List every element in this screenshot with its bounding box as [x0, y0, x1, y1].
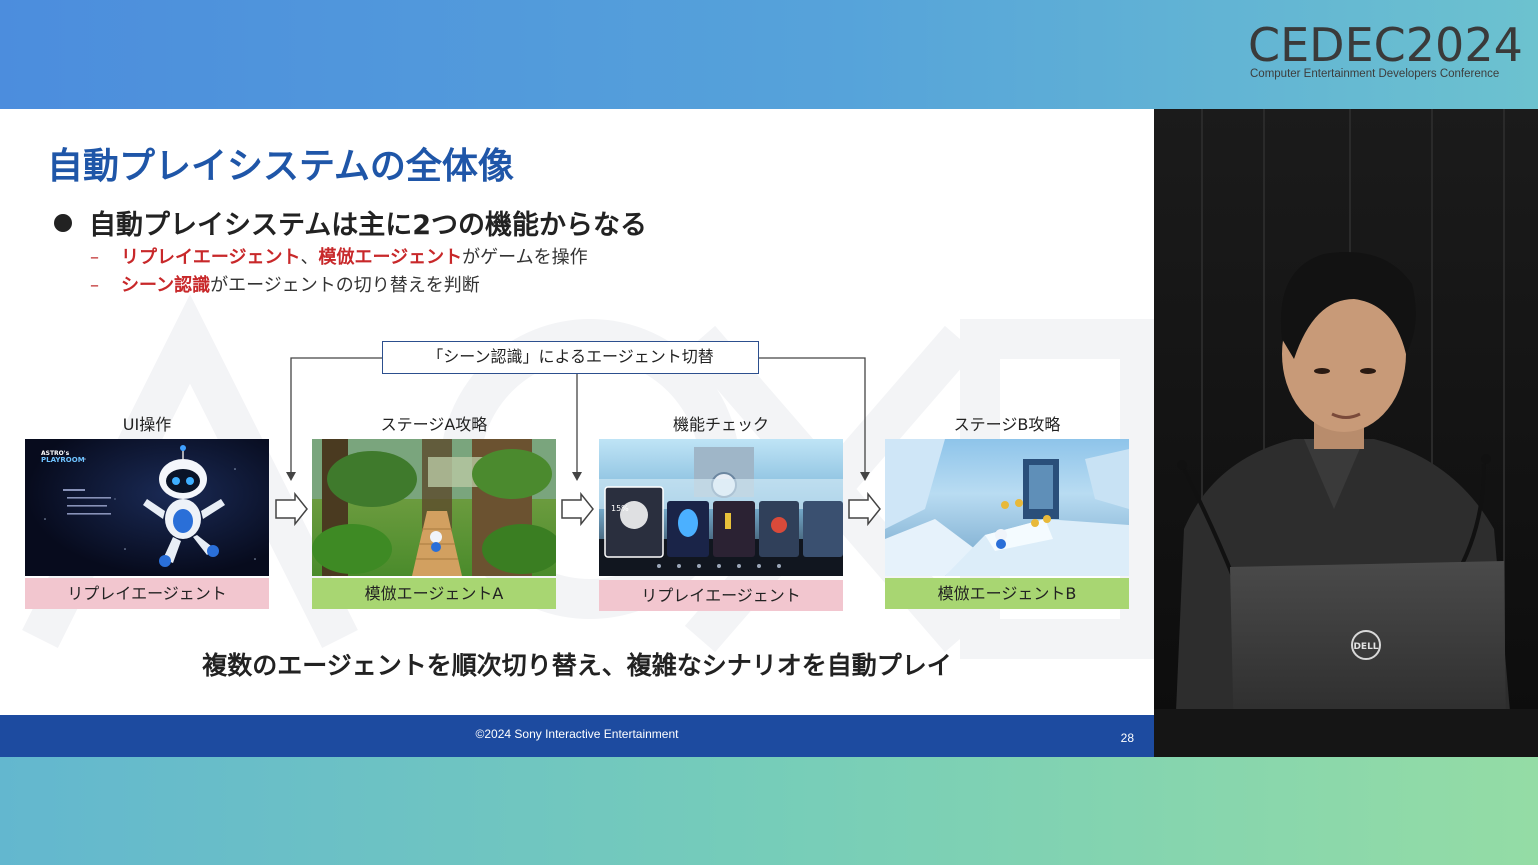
cedec-logo: CEDEC2024 Computer Entertainment Develop…	[1248, 20, 1523, 84]
right-arrow-icon	[275, 491, 308, 527]
right-arrow-icon	[561, 491, 594, 527]
system-menu-image: 15%	[599, 447, 843, 576]
ice-stage-image	[885, 439, 1129, 576]
presentation-slide: 自動プレイシステムの全体像 自動プレイシステムは主に2つの機能からなる – リプレ…	[0, 109, 1154, 757]
screenshot-function-check: 15%	[599, 439, 843, 576]
stage-label-stage-b: ステージB攻略	[953, 415, 1061, 434]
cedec-logo-tagline: Computer Entertainment Developers Confer…	[1250, 68, 1500, 80]
speaker-video: DELL	[1154, 109, 1538, 757]
astro-robot-image: ASTRO's PLAYROOM	[41, 445, 256, 567]
copyright-text: ©2024 Sony Interactive Entertainment	[475, 727, 679, 741]
speaker-image: DELL	[1154, 109, 1538, 757]
jungle-stage-image	[312, 439, 556, 576]
bottom-banner	[0, 757, 1538, 865]
cedec-logo-mark: CEDEC2024	[1248, 18, 1523, 72]
screenshot-ui: ASTRO's PLAYROOM	[25, 439, 269, 576]
laptop-brand-logo: DELL	[1353, 642, 1378, 652]
menu-percent: 15%	[611, 504, 629, 513]
scene-switch-box: 「シーン認識」によるエージェント切替	[382, 341, 759, 374]
screenshot-stage-b	[885, 439, 1129, 576]
stage-label-stage-a: ステージA攻略	[380, 415, 488, 434]
agent-label-replay-2: リプレイエージェント	[599, 580, 843, 611]
right-arrow-icon	[848, 491, 881, 527]
agent-label-replay-1: リプレイエージェント	[25, 578, 269, 609]
agent-label-imitation-b: 模倣エージェントB	[885, 578, 1129, 609]
agent-label-imitation-a: 模倣エージェントA	[312, 578, 556, 609]
summary-text: 複数のエージェントを順次切り替え、複雑なシナリオを自動プレイ	[202, 651, 952, 680]
game-logo-line2: PLAYROOM	[41, 456, 85, 464]
stage-label-ui: UI操作	[122, 415, 172, 434]
stage-label-check: 機能チェック	[672, 415, 769, 434]
slide-footer: ©2024 Sony Interactive Entertainment 28	[0, 715, 1154, 757]
screenshot-stage-a	[312, 439, 556, 576]
page-number: 28	[1120, 731, 1134, 745]
